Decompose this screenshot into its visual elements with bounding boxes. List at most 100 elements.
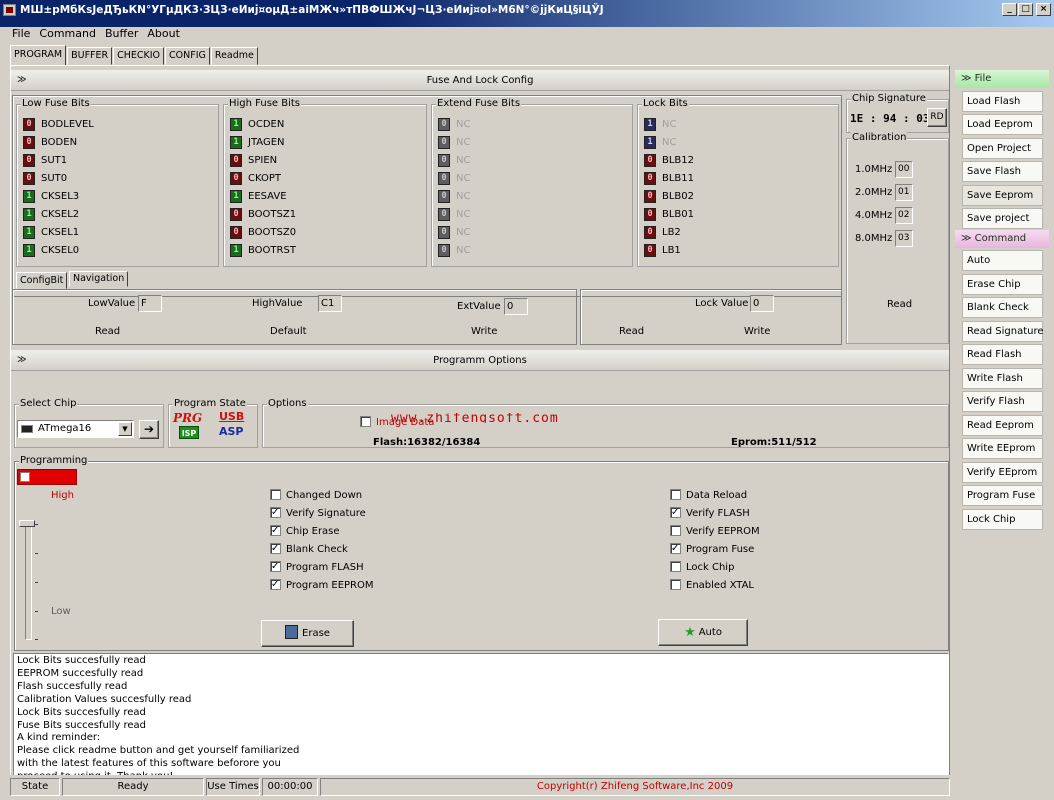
sidebar-command-read-eeprom-button[interactable]: Read Eeprom: [962, 414, 1043, 436]
high-fuse-bit-row[interactable]: 1 OCDEN: [230, 115, 284, 133]
ext-fuse-bit-row[interactable]: 0 NC: [438, 151, 470, 169]
close-button[interactable]: ×: [1036, 3, 1051, 16]
ext-fuse-bit-row[interactable]: 0 NC: [438, 169, 470, 187]
option-program-flash-checkbox[interactable]: Program FLASH: [270, 559, 364, 576]
sidebar-command-read-signature-button[interactable]: Read Signature: [962, 320, 1044, 342]
maximize-button[interactable]: □: [1018, 3, 1033, 16]
lock-fuse-bit-row[interactable]: 1 NC: [644, 133, 676, 151]
ext-fuse-bit-toggle[interactable]: 0: [438, 207, 450, 221]
low-fuse-bit-row[interactable]: 0 SUT1: [23, 151, 67, 169]
calibration-value-field[interactable]: 03: [895, 230, 913, 247]
lock-fuse-bit-row[interactable]: 0 BLB01: [644, 205, 694, 223]
read-signature-button[interactable]: RD: [927, 108, 947, 127]
high-fuse-bit-toggle[interactable]: 1: [230, 243, 242, 257]
lock-fuse-bit-row[interactable]: 0 BLB12: [644, 151, 694, 169]
ext-fuse-bit-row[interactable]: 0 NC: [438, 205, 470, 223]
low-fuse-bit-row[interactable]: 0 BODLEVEL: [23, 115, 94, 133]
chevron-down-icon[interactable]: ▼: [118, 422, 132, 436]
subtab-configbit[interactable]: ConfigBit: [16, 272, 68, 289]
ext-fuse-bit-toggle[interactable]: 0: [438, 189, 450, 203]
menu-about[interactable]: About: [147, 27, 180, 43]
checkbox-box[interactable]: [670, 579, 681, 590]
low-fuse-bit-toggle[interactable]: 0: [23, 171, 35, 185]
high-fuse-bit-toggle[interactable]: 1: [230, 189, 242, 203]
ext-fuse-bit-row[interactable]: 0 NC: [438, 241, 470, 259]
image-data-checkbox[interactable]: Image Data: [360, 415, 434, 431]
level-slider-thumb[interactable]: [19, 520, 35, 527]
sidebar-command-lock-chip-button[interactable]: Lock Chip: [962, 508, 1043, 530]
high-fuse-bit-row[interactable]: 0 CKOPT: [230, 169, 281, 187]
ext-fuse-bit-toggle[interactable]: 0: [438, 153, 450, 167]
subtab-navigation[interactable]: Navigation: [69, 271, 129, 287]
option-program-eeprom-checkbox[interactable]: Program EEPROM: [270, 577, 374, 594]
high-fuse-bit-row[interactable]: 1 BOOTRST: [230, 241, 296, 259]
lock-write-button[interactable]: Write: [744, 326, 770, 337]
lock-fuse-bit-toggle[interactable]: 0: [644, 189, 656, 203]
low-fuse-bit-row[interactable]: 0 BODEN: [23, 133, 77, 151]
low-fuse-bit-toggle[interactable]: 0: [23, 135, 35, 149]
low-fuse-bit-toggle[interactable]: 0: [23, 117, 35, 131]
low-fuse-bit-toggle[interactable]: 0: [23, 153, 35, 167]
ext-fuse-bit-row[interactable]: 0 NC: [438, 223, 470, 241]
high-fuse-bit-toggle[interactable]: 0: [230, 225, 242, 239]
ext-fuse-bit-row[interactable]: 0 NC: [438, 133, 470, 151]
low-fuse-bit-row[interactable]: 1 CKSEL0: [23, 241, 79, 259]
low-fuse-bit-toggle[interactable]: 1: [23, 189, 35, 203]
menu-buffer[interactable]: Buffer: [105, 27, 138, 43]
high-fuse-bit-toggle[interactable]: 1: [230, 117, 242, 131]
lock-fuse-bit-toggle[interactable]: 1: [644, 135, 656, 149]
high-fuse-bit-toggle[interactable]: 0: [230, 153, 242, 167]
lock-fuse-bit-row[interactable]: 0 LB2: [644, 223, 681, 241]
lock-read-button[interactable]: Read: [619, 326, 644, 337]
select-chip-go-button[interactable]: ➔: [139, 420, 159, 439]
ext-fuse-bit-toggle[interactable]: 0: [438, 135, 450, 149]
high-fuse-bit-row[interactable]: 0 BOOTSZ1: [230, 205, 296, 223]
sidebar-file-load-flash-button[interactable]: Load Flash: [962, 91, 1043, 112]
tab-checkio[interactable]: CHECKIO: [113, 47, 165, 65]
collapse-chevron-icon[interactable]: ≫: [17, 70, 26, 91]
sidebar-file-open-project-button[interactable]: Open Project: [962, 137, 1043, 159]
low-fuse-bit-row[interactable]: 1 CKSEL2: [23, 205, 79, 223]
sidebar-command-header[interactable]: ≫ Command: [955, 230, 1049, 248]
checkbox-box[interactable]: [270, 489, 281, 500]
ext-fuse-bit-row[interactable]: 0 NC: [438, 187, 470, 205]
menu-command[interactable]: Command: [39, 27, 96, 43]
sidebar-command-program-fuse-button[interactable]: Program Fuse: [962, 485, 1043, 506]
option-verify-eeprom-checkbox[interactable]: Verify EEPROM: [670, 524, 760, 540]
sidebar-file-save-flash-button[interactable]: Save Flash: [962, 161, 1043, 183]
option-data-reload-checkbox[interactable]: Data Reload: [670, 488, 747, 504]
high-fuse-bit-toggle[interactable]: 0: [230, 171, 242, 185]
option-verify-signature-checkbox[interactable]: Verify Signature: [270, 505, 366, 522]
calibration-value-field[interactable]: 01: [895, 184, 913, 201]
option-changed-down-checkbox[interactable]: Changed Down: [270, 488, 362, 504]
ext-value-field[interactable]: 0: [504, 298, 528, 315]
low-fuse-bit-toggle[interactable]: 1: [23, 207, 35, 221]
checkbox-box[interactable]: [270, 559, 281, 574]
high-fuse-bit-row[interactable]: 0 SPIEN: [230, 151, 277, 169]
fuse-write-button[interactable]: Write: [471, 326, 497, 337]
high-fuse-bit-toggle[interactable]: 1: [230, 135, 242, 149]
fuse-default-button[interactable]: Default: [270, 326, 307, 337]
lock-fuse-bit-toggle[interactable]: 0: [644, 225, 656, 239]
high-fuse-bit-row[interactable]: 0 BOOTSZ0: [230, 223, 296, 241]
lock-fuse-bit-row[interactable]: 1 NC: [644, 115, 676, 133]
sidebar-command-verify-flash-button[interactable]: Verify Flash: [962, 391, 1043, 412]
ext-fuse-bit-toggle[interactable]: 0: [438, 243, 450, 257]
sidebar-command-read-flash-button[interactable]: Read Flash: [962, 344, 1043, 365]
calibration-value-field[interactable]: 00: [895, 161, 913, 178]
sidebar-file-load-eeprom-button[interactable]: Load Eeprom: [962, 114, 1043, 136]
lock-fuse-bit-toggle[interactable]: 1: [644, 117, 656, 131]
high-fuse-bit-row[interactable]: 1 EESAVE: [230, 187, 287, 205]
lock-fuse-bit-row[interactable]: 0 BLB02: [644, 187, 694, 205]
checkbox-box[interactable]: [670, 489, 681, 500]
low-fuse-bit-toggle[interactable]: 1: [23, 225, 35, 239]
ext-fuse-bit-toggle[interactable]: 0: [438, 225, 450, 239]
program-options-header[interactable]: ≫ Programm Options: [11, 350, 949, 371]
lock-fuse-bit-toggle[interactable]: 0: [644, 153, 656, 167]
low-fuse-bit-toggle[interactable]: 1: [23, 243, 35, 257]
tab-program[interactable]: PROGRAM: [10, 45, 67, 65]
checkbox-box[interactable]: [670, 505, 681, 520]
lock-fuse-bit-row[interactable]: 0 LB1: [644, 241, 681, 259]
checkbox-box[interactable]: [270, 505, 281, 520]
lock-fuse-bit-toggle[interactable]: 0: [644, 171, 656, 185]
